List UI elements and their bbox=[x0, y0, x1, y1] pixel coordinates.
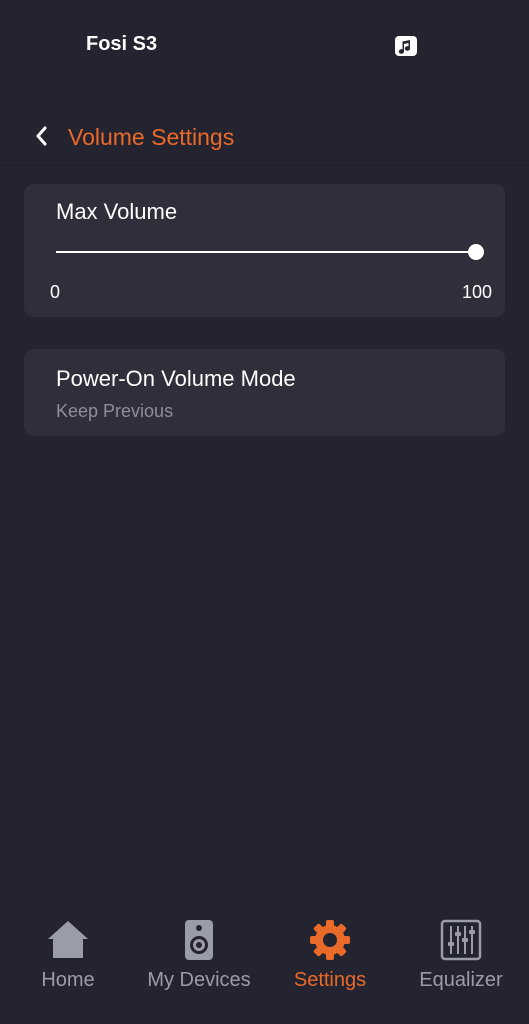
equalizer-icon bbox=[439, 918, 483, 962]
tab-my-devices-label: My Devices bbox=[147, 969, 251, 991]
navigation-bar: Volume Settings bbox=[0, 100, 529, 166]
max-volume-slider[interactable] bbox=[56, 242, 484, 262]
gear-icon bbox=[308, 918, 352, 962]
chevron-left-icon[interactable] bbox=[32, 124, 52, 148]
tab-settings[interactable]: Settings bbox=[265, 900, 395, 1010]
slider-thumb[interactable] bbox=[468, 244, 484, 260]
page-title: Volume Settings bbox=[68, 124, 235, 150]
speaker-icon bbox=[177, 918, 221, 962]
max-volume-card: Max Volume 0 100 bbox=[24, 184, 505, 317]
slider-min-label: 0 bbox=[50, 282, 61, 302]
app-root: Fosi S3 Volume Settings Max Volume 0 100… bbox=[0, 0, 529, 1024]
tab-home[interactable]: Home bbox=[3, 900, 133, 1010]
tab-my-devices[interactable]: My Devices bbox=[134, 900, 264, 1010]
power-on-volume-mode-card[interactable]: Power-On Volume Mode Keep Previous bbox=[24, 349, 505, 436]
power-on-volume-mode-title: Power-On Volume Mode bbox=[56, 366, 296, 391]
device-name: Fosi S3 bbox=[86, 33, 158, 55]
max-volume-title: Max Volume bbox=[56, 199, 178, 224]
tab-settings-label: Settings bbox=[293, 969, 367, 991]
slider-max-label: 100 bbox=[461, 282, 492, 302]
power-on-volume-mode-value: Keep Previous bbox=[56, 401, 174, 421]
tab-home-label: Home bbox=[41, 969, 95, 991]
tab-equalizer[interactable]: Equalizer bbox=[396, 900, 526, 1010]
bottom-tab-bar: Home My Devices Settings Equalizer bbox=[0, 900, 529, 1024]
top-bar: Fosi S3 bbox=[0, 0, 529, 90]
tab-equalizer-label: Equalizer bbox=[419, 969, 503, 991]
music-note-icon[interactable] bbox=[395, 36, 417, 56]
home-icon bbox=[46, 918, 90, 962]
slider-fill bbox=[56, 251, 476, 253]
